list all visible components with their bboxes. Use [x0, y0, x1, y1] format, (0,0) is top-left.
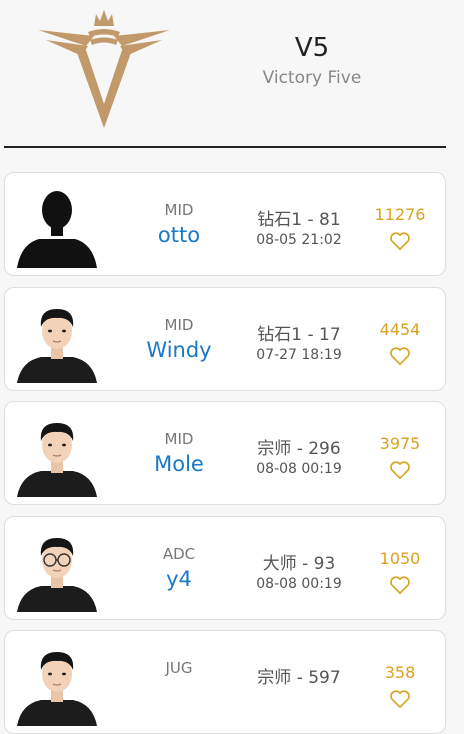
favorite-heart-icon[interactable] [389, 575, 411, 595]
player-avatar [17, 640, 97, 726]
player-score: 4454 [379, 320, 421, 339]
header-divider [4, 146, 446, 148]
player-name[interactable]: otto [125, 223, 233, 247]
player-rank: 宗师 - 597 [257, 668, 341, 688]
favorite-heart-icon[interactable] [389, 689, 411, 709]
player-card[interactable]: MID Windy 钻石1 - 17 07-27 18:19 4454 [4, 287, 446, 391]
player-score: 3975 [379, 434, 421, 453]
favorite-heart-icon[interactable] [389, 231, 411, 251]
player-role: ADC [162, 545, 196, 563]
player-name[interactable]: Windy [125, 338, 233, 362]
player-avatar [17, 182, 97, 268]
player-name[interactable]: y4 [125, 567, 233, 591]
player-card[interactable]: MID otto 钻石1 - 81 08-05 21:02 11276 [4, 172, 446, 276]
favorite-heart-icon[interactable] [389, 460, 411, 480]
player-role: MID [164, 430, 194, 448]
player-avatar [17, 297, 97, 383]
team-full-name: Victory Five [262, 68, 362, 88]
player-score: 358 [384, 663, 416, 682]
player-last-game-time: 07-27 18:19 [256, 347, 342, 363]
player-card[interactable]: ADC y4 大师 - 93 08-08 00:19 1050 [4, 516, 446, 620]
player-role: MID [164, 316, 194, 334]
player-card[interactable]: JUG 宗师 - 597 358 [4, 630, 446, 734]
player-avatar [17, 526, 97, 612]
team-header: V5 Victory Five [0, 0, 464, 148]
player-role: MID [164, 201, 194, 219]
player-card[interactable]: MID Mole 宗师 - 296 08-08 00:19 3975 [4, 401, 446, 505]
player-last-game-time: 08-08 00:19 [256, 576, 342, 592]
player-avatar [17, 411, 97, 497]
favorite-heart-icon[interactable] [389, 346, 411, 366]
player-rank: 钻石1 - 17 [257, 325, 341, 345]
player-last-game-time: 08-08 00:19 [256, 461, 342, 477]
player-score: 1050 [379, 549, 421, 568]
player-rank: 宗师 - 296 [257, 439, 341, 459]
player-rank: 钻石1 - 81 [257, 210, 341, 230]
player-rank: 大师 - 93 [262, 554, 336, 574]
player-score: 11276 [374, 205, 426, 224]
v5-logo [38, 10, 170, 128]
team-short-name: V5 [294, 33, 330, 63]
player-name[interactable]: Mole [125, 452, 233, 476]
player-role: JUG [165, 659, 193, 677]
player-last-game-time: 08-05 21:02 [256, 232, 342, 248]
